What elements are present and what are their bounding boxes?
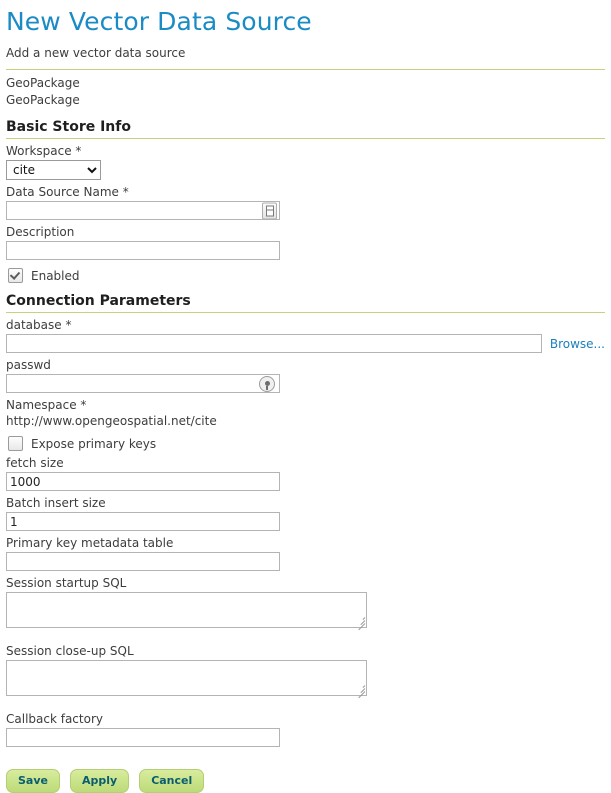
- passwd-label: passwd: [6, 358, 605, 372]
- section-heading-basic-store-info: Basic Store Info: [6, 119, 605, 135]
- enabled-checkbox[interactable]: [8, 268, 23, 283]
- store-type-description: GeoPackage: [6, 92, 605, 109]
- store-type-name: GeoPackage: [6, 75, 605, 92]
- divider-basic-store-info: [6, 138, 605, 139]
- callback-factory-input[interactable]: [6, 728, 280, 747]
- data-source-name-label: Data Source Name *: [6, 185, 605, 199]
- batch-insert-size-label: Batch insert size: [6, 496, 605, 510]
- description-label: Description: [6, 225, 605, 239]
- workspace-label: Workspace *: [6, 144, 605, 158]
- passwd-input[interactable]: [6, 374, 280, 393]
- expose-primary-keys-row[interactable]: Expose primary keys: [8, 436, 605, 451]
- session-startup-sql-label: Session startup SQL: [6, 576, 605, 590]
- fetch-size-input[interactable]: [6, 472, 280, 491]
- primary-key-metadata-table-input[interactable]: [6, 552, 280, 571]
- expose-primary-keys-checkbox[interactable]: [8, 436, 23, 451]
- save-button[interactable]: Save: [6, 769, 60, 793]
- section-heading-connection-parameters: Connection Parameters: [6, 293, 605, 309]
- session-startup-sql-textarea[interactable]: [6, 592, 367, 628]
- page-subtitle: Add a new vector data source: [6, 46, 605, 60]
- divider-top: [6, 69, 605, 70]
- new-vector-data-source-page: New Vector Data Source Add a new vector …: [0, 0, 611, 793]
- workspace-select[interactable]: cite: [6, 160, 101, 180]
- namespace-label: Namespace *: [6, 398, 605, 412]
- passwd-wrapper: [6, 374, 280, 393]
- eye-icon[interactable]: [259, 376, 275, 392]
- session-startup-sql-wrapper: [6, 592, 367, 628]
- session-close-up-sql-wrapper: [6, 660, 367, 696]
- fetch-size-label: fetch size: [6, 456, 605, 470]
- enabled-label: Enabled: [31, 269, 80, 283]
- form-action-buttons: Save Apply Cancel: [6, 769, 605, 793]
- form-fill-icon[interactable]: [262, 202, 277, 219]
- database-row: Browse...: [6, 334, 605, 353]
- data-source-name-input[interactable]: [6, 201, 280, 220]
- expose-primary-keys-label: Expose primary keys: [31, 437, 156, 451]
- database-input[interactable]: [6, 334, 542, 353]
- apply-button[interactable]: Apply: [70, 769, 129, 793]
- browse-link[interactable]: Browse...: [550, 337, 605, 351]
- session-close-up-sql-textarea[interactable]: [6, 660, 367, 696]
- primary-key-metadata-table-label: Primary key metadata table: [6, 536, 605, 550]
- divider-connection-parameters: [6, 312, 605, 313]
- session-close-up-sql-label: Session close-up SQL: [6, 644, 605, 658]
- database-label: database *: [6, 318, 605, 332]
- cancel-button[interactable]: Cancel: [139, 769, 204, 793]
- page-title: New Vector Data Source: [6, 8, 605, 36]
- enabled-checkbox-row[interactable]: Enabled: [8, 268, 605, 283]
- namespace-value: http://www.opengeospatial.net/cite: [6, 414, 605, 428]
- batch-insert-size-input[interactable]: [6, 512, 280, 531]
- callback-factory-label: Callback factory: [6, 712, 605, 726]
- description-input[interactable]: [6, 241, 280, 260]
- data-source-name-wrapper: [6, 201, 280, 220]
